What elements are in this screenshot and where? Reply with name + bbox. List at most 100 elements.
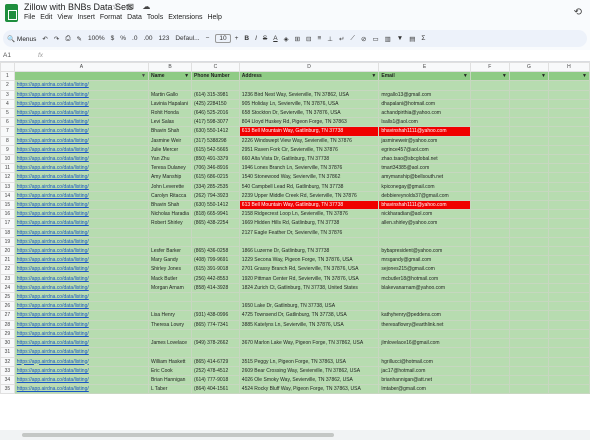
listing-link-cell[interactable]: https://app.airdna.co/data/listing/	[13, 89, 149, 100]
column-header-a[interactable]: A	[13, 62, 149, 73]
empty-cell-h[interactable]	[547, 273, 590, 284]
listing-link-cell[interactable]: https://app.airdna.co/data/listing/	[13, 190, 149, 202]
row-number[interactable]: 9	[0, 144, 15, 156]
address-cell[interactable]: 1236 Bird Nest Way, Sevierville, TN 3786…	[238, 89, 380, 100]
name-cell[interactable]: L Taber	[147, 384, 193, 395]
address-cell[interactable]: 2701 Grassy Branch Rd, Sevierville, TN 3…	[238, 264, 380, 275]
email-cell[interactable]: sejones215@gmail.com	[378, 264, 471, 275]
listing-link-cell[interactable]: https://app.airdna.co/data/listing/	[13, 98, 149, 110]
history-icon[interactable]: ⟲	[574, 7, 582, 18]
row-number[interactable]: 19	[0, 236, 15, 248]
filter-dropdown-icon[interactable]: ▼	[184, 73, 189, 80]
row-number[interactable]: 20	[0, 246, 15, 257]
sheets-logo-icon[interactable]	[5, 4, 18, 22]
empty-cell-g[interactable]	[508, 181, 549, 192]
listing-link-cell[interactable]: https://app.airdna.co/data/listing/	[13, 347, 149, 358]
chart-icon[interactable]: ▥	[385, 35, 391, 43]
link-icon[interactable]: ⊘	[361, 35, 366, 43]
email-cell[interactable]: tmart34385@aol.com	[378, 163, 471, 174]
address-cell[interactable]: 1920 Pittman Center Rd, Sevierville, TN …	[238, 273, 380, 284]
email-cell[interactable]	[378, 301, 471, 312]
empty-cell-f[interactable]	[469, 154, 510, 165]
filter-dropdown-icon[interactable]: ▼	[463, 73, 468, 80]
empty-cell-g[interactable]	[508, 209, 549, 220]
address-cell[interactable]	[238, 347, 380, 358]
address-cell[interactable]: 1946 Lones Branch Ln, Sevierville, TN 37…	[238, 163, 380, 174]
menu-view[interactable]: View	[57, 14, 72, 21]
phone-cell[interactable]: (931) 438-0996	[191, 310, 240, 321]
listing-link-cell[interactable]: https://app.airdna.co/data/listing/	[13, 374, 149, 386]
row-number[interactable]: 31	[0, 347, 15, 358]
menu-data[interactable]: Data	[127, 14, 142, 21]
empty-cell-h[interactable]	[547, 135, 590, 146]
phone-cell[interactable]: (864) 404-1561	[191, 384, 240, 395]
phone-cell[interactable]: (949) 378-2662	[191, 338, 240, 349]
name-cell[interactable]: Teresa Dulaney	[147, 163, 193, 174]
phone-cell[interactable]	[191, 236, 240, 248]
listing-link-cell[interactable]: https://app.airdna.co/data/listing/	[13, 181, 149, 192]
empty-cell-h[interactable]	[547, 319, 590, 330]
percent-button[interactable]: %	[120, 35, 126, 42]
email-cell[interactable]	[378, 227, 471, 238]
row-number[interactable]: 12	[0, 172, 15, 183]
empty-cell-h[interactable]	[547, 384, 590, 395]
empty-cell-f[interactable]	[469, 338, 510, 349]
phone-cell[interactable]	[191, 292, 240, 303]
name-cell[interactable]: Theresa Lowry	[147, 319, 193, 330]
empty-cell-f[interactable]	[469, 273, 510, 284]
empty-cell-h[interactable]	[547, 356, 590, 367]
empty-cell-f[interactable]	[469, 108, 510, 119]
menu-search-button[interactable]: 🔍 Menus	[7, 35, 36, 43]
name-cell[interactable]: Bhavin Shah	[147, 200, 193, 211]
listing-link-cell[interactable]: https://app.airdna.co/data/listing/	[13, 236, 149, 248]
row-number[interactable]: 27	[0, 310, 15, 321]
row-number[interactable]: 22	[0, 264, 15, 275]
phone-cell[interactable]: (252) 478-4512	[191, 365, 240, 376]
empty-cell-h[interactable]	[547, 181, 590, 192]
empty-cell-g[interactable]	[508, 255, 549, 266]
phone-cell[interactable]: (818) 665-9941	[191, 209, 240, 220]
header-cell-name[interactable]: Name ▼	[147, 71, 193, 82]
name-cell[interactable]: Carolyn Ritacca	[147, 190, 193, 202]
empty-cell-h[interactable]	[547, 338, 590, 349]
name-cell[interactable]: Lesfer Barker	[147, 246, 193, 257]
phone-cell[interactable]: (858) 414-3928	[191, 282, 240, 294]
row-number[interactable]: 6	[0, 117, 15, 128]
phone-cell[interactable]	[191, 347, 240, 358]
paint-format-icon[interactable]: ✎	[77, 35, 82, 43]
address-cell[interactable]: 804 Lloyd Huskey Rd, Pigeon Forge, TN 37…	[238, 117, 380, 128]
empty-cell-g[interactable]	[508, 172, 549, 183]
row-number[interactable]: 2	[0, 80, 15, 91]
email-cell[interactable]	[378, 80, 471, 91]
empty-cell-g[interactable]	[508, 264, 549, 275]
listing-link-cell[interactable]: https://app.airdna.co/data/listing/	[13, 154, 149, 165]
empty-cell-h[interactable]	[547, 154, 590, 165]
listing-link-cell[interactable]: https://app.airdna.co/data/listing/	[13, 384, 149, 395]
address-cell[interactable]: 1650 Lake Dr, Gatlinburg, TN 37738, USA	[238, 301, 380, 312]
redo-icon[interactable]: ↷	[54, 35, 59, 43]
name-cell[interactable]: Martin Gallo	[147, 89, 193, 100]
listing-link-cell[interactable]: https://app.airdna.co/data/listing/	[13, 301, 149, 312]
email-cell[interactable]	[378, 347, 471, 358]
email-cell[interactable]: hgrillucci@hotmail.com	[378, 356, 471, 367]
empty-cell-h[interactable]	[547, 89, 590, 100]
listing-link-cell[interactable]: https://app.airdna.co/data/listing/	[13, 163, 149, 174]
spreadsheet-grid[interactable]: ABCDEFGH 1 ▼ Name ▼ Phone Number Address ▼…	[0, 62, 590, 430]
name-cell[interactable]	[147, 292, 193, 303]
listing-link-cell[interactable]: https://app.airdna.co/data/listing/	[13, 273, 149, 284]
empty-cell-g[interactable]	[508, 374, 549, 386]
address-cell[interactable]: 660 Alta Vista Dr, Gatlinburg, TN 37738	[238, 154, 380, 165]
empty-cell-g[interactable]	[508, 384, 549, 395]
phone-cell[interactable]: (614) 777-9018	[191, 374, 240, 386]
empty-cell-h[interactable]	[547, 374, 590, 386]
empty-cell-h[interactable]	[547, 236, 590, 248]
font-select[interactable]: Defaul...	[175, 35, 199, 42]
empty-cell-g[interactable]	[508, 328, 549, 340]
phone-cell[interactable]: (408) 799-9691	[191, 255, 240, 266]
cell-reference-box[interactable]: A1	[3, 52, 11, 59]
empty-cell-h[interactable]	[547, 80, 590, 91]
empty-cell-g[interactable]	[508, 126, 549, 137]
email-cell[interactable]: egrince457@aol.com	[378, 144, 471, 156]
phone-cell[interactable]: (865) 414-6729	[191, 356, 240, 367]
empty-cell-g[interactable]	[508, 319, 549, 330]
